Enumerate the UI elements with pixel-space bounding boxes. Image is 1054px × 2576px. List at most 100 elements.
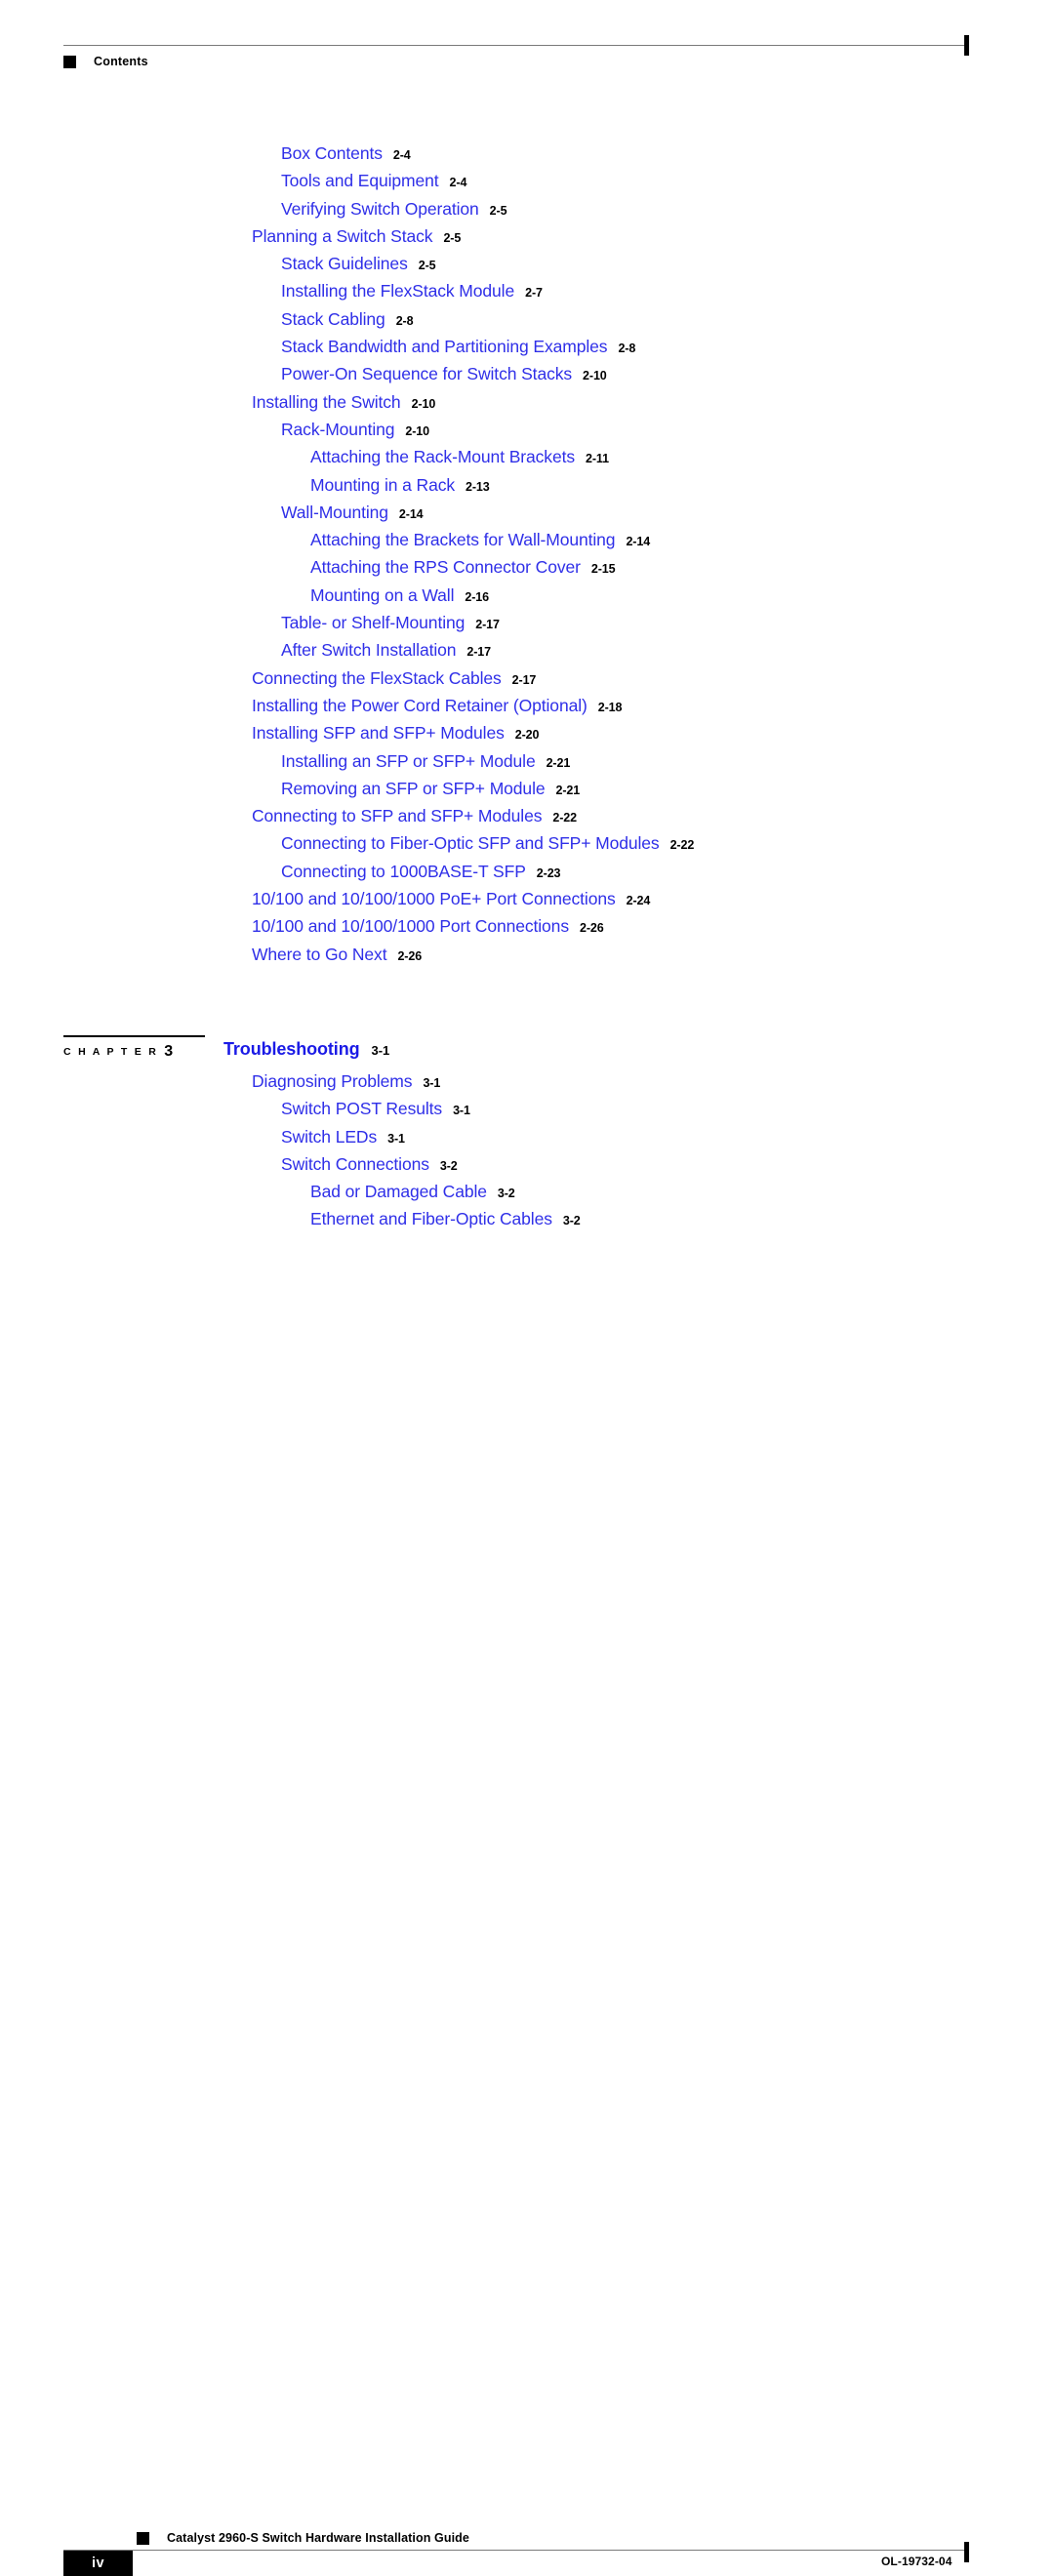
- chapter-entry[interactable]: Troubleshooting 3-1: [223, 1039, 389, 1060]
- toc-entry-title[interactable]: Bad or Damaged Cable: [310, 1182, 487, 1201]
- toc-entry-title[interactable]: Attaching the RPS Connector Cover: [310, 557, 581, 577]
- toc-entry-page-number: 2-17: [511, 672, 537, 687]
- toc-entry-title[interactable]: Stack Guidelines: [281, 254, 408, 273]
- toc-entry-title[interactable]: Removing an SFP or SFP+ Module: [281, 779, 546, 798]
- toc-entry-page-number: 2-8: [618, 342, 636, 356]
- toc-entry[interactable]: Switch POST Results 3-1: [0, 1095, 1054, 1122]
- toc-entry[interactable]: Table- or Shelf-Mounting 2-17: [0, 609, 1054, 636]
- toc-entry-title[interactable]: 10/100 and 10/100/1000 PoE+ Port Connect…: [252, 889, 616, 908]
- toc-entry[interactable]: Where to Go Next 2-26: [0, 941, 1054, 968]
- toc-entry-title[interactable]: Switch POST Results: [281, 1099, 442, 1118]
- toc-entry-page-number: 3-1: [453, 1104, 470, 1118]
- toc-entry-title[interactable]: Mounting on a Wall: [310, 585, 454, 605]
- toc-entry[interactable]: Ethernet and Fiber-Optic Cables 3-2: [0, 1205, 1054, 1232]
- toc-entry-title[interactable]: Tools and Equipment: [281, 171, 439, 190]
- toc-entry[interactable]: 10/100 and 10/100/1000 Port Connections 2…: [0, 912, 1054, 940]
- toc-entry-page-number: 2-21: [555, 783, 581, 797]
- toc-entry-title[interactable]: Verifying Switch Operation: [281, 199, 479, 219]
- toc-entry[interactable]: Diagnosing Problems 3-1: [0, 1067, 1054, 1095]
- toc-entry-title[interactable]: Mounting in a Rack: [310, 475, 455, 495]
- toc-entry-page-number: 2-16: [465, 589, 489, 604]
- toc-entry-page-number: 2-18: [597, 700, 623, 714]
- toc-entry[interactable]: Stack Cabling 2-8: [0, 305, 1054, 333]
- toc-entry[interactable]: Removing an SFP or SFP+ Module 2-21: [0, 775, 1054, 802]
- toc-entry-page-number: 3-1: [387, 1131, 405, 1146]
- toc-entry-page-number: 3-2: [497, 1187, 515, 1201]
- toc-entry[interactable]: Connecting the FlexStack Cables 2-17: [0, 664, 1054, 692]
- toc-entry-title[interactable]: Rack-Mounting: [281, 420, 394, 439]
- toc-entry-page-number: 2-26: [579, 921, 604, 936]
- toc-entry-title[interactable]: Connecting to 1000BASE-T SFP: [281, 862, 526, 881]
- toc-entry[interactable]: Attaching the Rack-Mount Brackets 2-11: [0, 443, 1054, 470]
- page-title: Contents: [94, 55, 148, 68]
- toc-entry-title[interactable]: Connecting to Fiber-Optic SFP and SFP+ M…: [281, 833, 660, 853]
- toc-entry[interactable]: Power-On Sequence for Switch Stacks 2-10: [0, 360, 1054, 387]
- toc-entry-page-number: 2-22: [669, 838, 695, 853]
- toc-entry[interactable]: Switch LEDs 3-1: [0, 1123, 1054, 1150]
- toc-entry-title[interactable]: Switch Connections: [281, 1154, 429, 1174]
- chapter-label-text: C H A P T E R: [63, 1046, 159, 1058]
- toc-entry-page-number: 2-7: [525, 286, 543, 301]
- chapter-rule: [63, 1035, 205, 1037]
- toc-entry-title[interactable]: Attaching the Brackets for Wall-Mounting: [310, 530, 616, 549]
- toc-entry[interactable]: Switch Connections 3-2: [0, 1150, 1054, 1178]
- toc-entry[interactable]: Rack-Mounting 2-10: [0, 416, 1054, 443]
- toc-entry-page-number: 2-17: [466, 645, 492, 660]
- toc-entry-title[interactable]: After Switch Installation: [281, 640, 456, 660]
- toc-entry[interactable]: Box Contents 2-4: [0, 140, 1054, 167]
- toc-entry-title[interactable]: Connecting the FlexStack Cables: [252, 668, 502, 688]
- toc-entry[interactable]: Installing the Power Cord Retainer (Opti…: [0, 692, 1054, 719]
- toc-entry[interactable]: Tools and Equipment 2-4: [0, 167, 1054, 194]
- toc-entry[interactable]: After Switch Installation 2-17: [0, 636, 1054, 664]
- header-rule: [63, 45, 969, 46]
- toc-entry[interactable]: Installing the Switch 2-10: [0, 388, 1054, 416]
- toc-entry[interactable]: 10/100 and 10/100/1000 PoE+ Port Connect…: [0, 885, 1054, 912]
- toc-entry-title[interactable]: Box Contents: [281, 143, 383, 163]
- toc-entry-title[interactable]: Diagnosing Problems: [252, 1071, 413, 1091]
- toc-entry-title[interactable]: Table- or Shelf-Mounting: [281, 613, 465, 632]
- toc-entry-title[interactable]: Power-On Sequence for Switch Stacks: [281, 364, 572, 383]
- toc-entry-title[interactable]: Stack Bandwidth and Partitioning Example…: [281, 337, 608, 356]
- toc-entry-page-number: 2-4: [449, 176, 467, 190]
- toc-entry-title[interactable]: Installing SFP and SFP+ Modules: [252, 723, 505, 743]
- toc-entry[interactable]: Mounting on a Wall 2-16: [0, 582, 1054, 609]
- toc-entry[interactable]: Mounting in a Rack 2-13: [0, 471, 1054, 499]
- toc-entry-page-number: 2-15: [590, 562, 616, 577]
- toc-entry-page-number: 2-8: [395, 313, 414, 328]
- toc-entry[interactable]: Connecting to SFP and SFP+ Modules 2-22: [0, 802, 1054, 829]
- chapter-title-link[interactable]: Troubleshooting: [223, 1039, 360, 1059]
- toc-entry-page-number: 2-5: [489, 203, 507, 218]
- page-header: Contents: [0, 0, 1054, 88]
- toc-entry[interactable]: Connecting to Fiber-Optic SFP and SFP+ M…: [0, 829, 1054, 857]
- toc-entry-title[interactable]: Installing an SFP or SFP+ Module: [281, 751, 536, 771]
- toc-entry-page-number: 2-17: [475, 618, 500, 632]
- toc-entry[interactable]: Wall-Mounting 2-14: [0, 499, 1054, 526]
- toc-entry-page-number: 2-11: [586, 452, 609, 466]
- page-number-box: iv: [63, 2551, 133, 2576]
- toc-entry-title[interactable]: Ethernet and Fiber-Optic Cables: [310, 1209, 552, 1228]
- toc-entry-title[interactable]: Switch LEDs: [281, 1127, 377, 1147]
- toc-entry[interactable]: Connecting to 1000BASE-T SFP 2-23: [0, 858, 1054, 885]
- toc-entry-title[interactable]: Connecting to SFP and SFP+ Modules: [252, 806, 542, 825]
- toc-entry[interactable]: Verifying Switch Operation 2-5: [0, 195, 1054, 222]
- toc-entry[interactable]: Attaching the RPS Connector Cover 2-15: [0, 553, 1054, 581]
- toc-entry-title[interactable]: Installing the Switch: [252, 392, 401, 412]
- toc-entry-page-number: 2-20: [514, 728, 540, 743]
- toc-entry-title[interactable]: Planning a Switch Stack: [252, 226, 433, 246]
- toc-entry-title[interactable]: Stack Cabling: [281, 309, 385, 329]
- toc-entry-title[interactable]: Wall-Mounting: [281, 503, 388, 522]
- toc-entry[interactable]: Stack Bandwidth and Partitioning Example…: [0, 333, 1054, 360]
- toc-entry[interactable]: Installing SFP and SFP+ Modules 2-20: [0, 719, 1054, 746]
- toc-entry-title[interactable]: Installing the Power Cord Retainer (Opti…: [252, 696, 588, 715]
- toc-entry[interactable]: Attaching the Brackets for Wall-Mounting…: [0, 526, 1054, 553]
- toc-entry-title[interactable]: Installing the FlexStack Module: [281, 281, 514, 301]
- toc-entry[interactable]: Installing the FlexStack Module 2-7: [0, 277, 1054, 304]
- toc-entry[interactable]: Bad or Damaged Cable 3-2: [0, 1178, 1054, 1205]
- toc-entry-title[interactable]: 10/100 and 10/100/1000 Port Connections: [252, 916, 569, 936]
- toc-entry[interactable]: Installing an SFP or SFP+ Module 2-21: [0, 747, 1054, 775]
- toc-entry[interactable]: Stack Guidelines 2-5: [0, 250, 1054, 277]
- toc-entry-title[interactable]: Attaching the Rack-Mount Brackets: [310, 447, 575, 466]
- toc-entry[interactable]: Planning a Switch Stack 2-5: [0, 222, 1054, 250]
- toc-entry-page-number: 2-10: [405, 423, 430, 438]
- toc-entry-title[interactable]: Where to Go Next: [252, 945, 387, 964]
